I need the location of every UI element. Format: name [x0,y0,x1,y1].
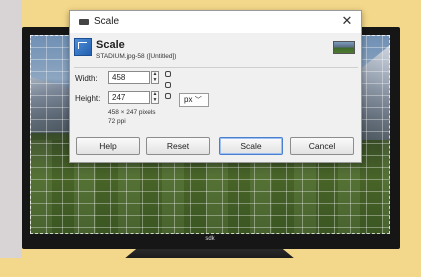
chain-link-icon[interactable] [164,69,172,105]
width-input[interactable]: 458 [108,71,150,84]
dialog-title: Scale [94,16,120,27]
background-bottom-strip [0,258,421,277]
background-left-strip [0,0,22,258]
width-stepper[interactable]: ▲ ▼ [151,71,159,84]
width-label: Width: [75,74,98,83]
monitor-brand-logo: sdk [205,236,215,242]
window-icon [79,19,89,25]
height-input[interactable]: 247 [108,91,150,104]
pixel-size-info: 458 × 247 pixels [108,109,156,116]
resolution-info: 72 ppi [108,118,126,125]
cancel-button[interactable]: Cancel [290,137,354,155]
chevron-down-icon: ﹀ [194,97,202,104]
header-divider [74,67,358,68]
dialog-titlebar[interactable]: Scale ✕ [70,11,361,33]
scale-button[interactable]: Scale [219,137,283,155]
close-button[interactable]: ✕ [339,13,355,29]
dialog-heading: Scale [96,39,125,51]
help-button[interactable]: Help [76,137,140,155]
unit-value: px [184,95,193,104]
unit-dropdown[interactable]: px ﹀ [179,93,209,107]
stadium-thumbnail [333,41,355,54]
scale-tool-icon [74,38,92,56]
reset-button[interactable]: Reset [146,137,210,155]
height-label: Height: [75,94,101,103]
scale-dialog: Scale ✕ Scale STADIUM.jpg-58 ([Untitled]… [69,10,362,163]
height-stepper[interactable]: ▲ ▼ [151,91,159,104]
image-subtitle: STADIUM.jpg-58 ([Untitled]) [96,53,177,60]
